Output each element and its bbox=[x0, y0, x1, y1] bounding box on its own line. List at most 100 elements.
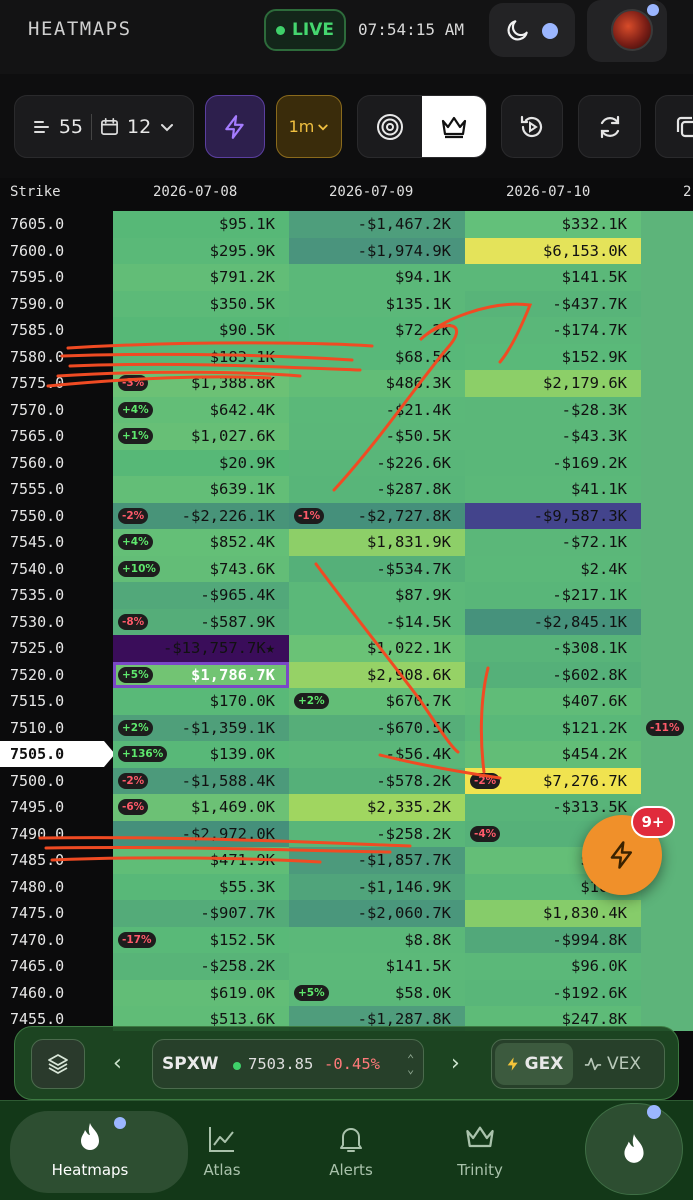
heatmap-cell[interactable] bbox=[641, 926, 693, 953]
heatmap-cell[interactable]: -$72.1K bbox=[465, 529, 641, 556]
heatmap-cell[interactable]: +2% -$1,359.1K bbox=[113, 714, 289, 741]
refresh-button[interactable] bbox=[578, 95, 641, 158]
heatmap-cell[interactable]: $2,335.2K bbox=[289, 794, 465, 821]
heatmap-cell[interactable]: $8.8K bbox=[289, 926, 465, 953]
heatmap-cell[interactable]: -$9,587.3K bbox=[465, 502, 641, 529]
heatmap-cell[interactable]: +136% $139.0K bbox=[113, 741, 289, 768]
nav-atlas[interactable]: Atlas bbox=[162, 1101, 282, 1200]
heatmap-cell[interactable]: $791.2K bbox=[113, 264, 289, 291]
heatmap-cell[interactable]: -$174.7K bbox=[465, 317, 641, 344]
heatmap-cell[interactable] bbox=[641, 502, 693, 529]
heatmap-cell[interactable] bbox=[641, 635, 693, 662]
symbol-selector[interactable]: SPXW 7503.85 -0.45% ⌃ ⌄ bbox=[152, 1039, 424, 1089]
heatmap-cell[interactable]: $121.2K bbox=[465, 714, 641, 741]
king-view-button[interactable] bbox=[422, 96, 486, 157]
vex-tab[interactable]: VEX bbox=[584, 1054, 641, 1074]
heatmap-cell[interactable]: $20.9K bbox=[113, 449, 289, 476]
interval-selector[interactable]: 1m bbox=[276, 95, 342, 158]
heatmap-cell[interactable]: -$308.1K bbox=[465, 635, 641, 662]
heatmap-cell[interactable]: -2% -$1,588.4K bbox=[113, 767, 289, 794]
heatmap-cell[interactable] bbox=[641, 476, 693, 503]
heatmap-cell[interactable]: $619.0K bbox=[113, 979, 289, 1006]
date-header[interactable]: 2026-07-08 bbox=[153, 184, 237, 200]
heatmap-cell[interactable]: -6% $1,469.0K bbox=[113, 794, 289, 821]
heatmap-cell[interactable]: -$217.1K bbox=[465, 582, 641, 609]
heatmap-cell[interactable]: $72.2K bbox=[289, 317, 465, 344]
heatmap-cell[interactable]: -$602.8K bbox=[465, 661, 641, 688]
heatmap-cell[interactable] bbox=[641, 396, 693, 423]
heatmap-cell[interactable]: $1,022.1K bbox=[289, 635, 465, 662]
heatmap-cell[interactable]: $135.1K bbox=[289, 290, 465, 317]
layers-button[interactable] bbox=[31, 1039, 85, 1089]
range-selector[interactable]: 55 12 bbox=[14, 95, 194, 158]
heatmap-cell[interactable]: $2,179.6K bbox=[465, 370, 641, 397]
nav-alerts[interactable]: Alerts bbox=[291, 1101, 411, 1200]
gex-tab[interactable]: GEX bbox=[495, 1043, 573, 1085]
heatmap-cell[interactable]: $6,153.0K bbox=[465, 237, 641, 264]
heatmap-cell[interactable] bbox=[641, 608, 693, 635]
heatmap-cell[interactable] bbox=[641, 555, 693, 582]
heatmap-cell[interactable]: +2% $670.7K bbox=[289, 688, 465, 715]
heatmap-cell[interactable] bbox=[641, 290, 693, 317]
flow-toggle-button[interactable] bbox=[205, 95, 265, 158]
date-header[interactable]: 2 bbox=[683, 184, 691, 200]
heatmap-cell[interactable] bbox=[641, 264, 693, 291]
heatmap-cell[interactable]: -$21.4K bbox=[289, 396, 465, 423]
heatmap-cell[interactable]: $332.1K bbox=[465, 211, 641, 238]
heatmap-cell[interactable] bbox=[641, 317, 693, 344]
date-header[interactable]: 2026-07-09 bbox=[329, 184, 413, 200]
heatmap-cell[interactable]: $55.3K bbox=[113, 873, 289, 900]
heatmap-cell[interactable]: -$169.2K bbox=[465, 449, 641, 476]
heatmap-cell[interactable]: -11% bbox=[641, 714, 693, 741]
heatmap-cell[interactable]: -$965.4K bbox=[113, 582, 289, 609]
heatmap-cell[interactable]: -$258.2K bbox=[113, 953, 289, 980]
heatmap-cell[interactable]: $94.1K bbox=[289, 264, 465, 291]
next-symbol-button[interactable]: › bbox=[451, 1051, 460, 1076]
heatmap-cell[interactable]: $90.5K bbox=[113, 317, 289, 344]
heatmap-cell[interactable] bbox=[641, 661, 693, 688]
heatmap-cell[interactable]: $87.9K bbox=[289, 582, 465, 609]
heatmap-cell[interactable] bbox=[641, 979, 693, 1006]
heatmap-cell[interactable]: -$50.5K bbox=[289, 423, 465, 450]
heatmap-cell[interactable]: $471.9K bbox=[113, 847, 289, 874]
heatmap-cell[interactable] bbox=[641, 237, 693, 264]
heatmap-cell[interactable]: -$578.2K bbox=[289, 767, 465, 794]
heatmap-cell[interactable]: $95.1K bbox=[113, 211, 289, 238]
heatmap-cell[interactable]: +5% $58.0K bbox=[289, 979, 465, 1006]
heatmap-cell[interactable]: +4% $642.4K bbox=[113, 396, 289, 423]
heatmap-cell[interactable]: -3% $1,388.8K bbox=[113, 370, 289, 397]
heatmap-cell[interactable]: -$258.2K bbox=[289, 820, 465, 847]
heatmap-cell[interactable]: $407.6K bbox=[465, 688, 641, 715]
heatmap-cell[interactable]: $1,831.9K bbox=[289, 529, 465, 556]
heatmap-cell[interactable]: -$13,757.7K★ bbox=[113, 635, 289, 662]
heatmap-cell[interactable] bbox=[641, 953, 693, 980]
heatmap-cell[interactable]: +1% $1,027.6K bbox=[113, 423, 289, 450]
heatmap-cell[interactable] bbox=[641, 370, 693, 397]
heatmap-cell[interactable]: $141.5K bbox=[465, 264, 641, 291]
target-view-button[interactable] bbox=[358, 96, 422, 157]
replay-button[interactable] bbox=[501, 95, 563, 158]
previous-symbol-button[interactable]: ‹ bbox=[113, 1051, 122, 1076]
heatmap-cell[interactable]: -$437.7K bbox=[465, 290, 641, 317]
heatmap-cell[interactable] bbox=[641, 582, 693, 609]
heatmap-cell[interactable]: -2% $7,276.7K bbox=[465, 767, 641, 794]
date-header[interactable]: 2026-07-10 bbox=[506, 184, 590, 200]
heatmap-cell[interactable]: $170.0K bbox=[113, 688, 289, 715]
heatmap-cell[interactable]: -$1,146.9K bbox=[289, 873, 465, 900]
heatmap-cell[interactable]: -$14.5K bbox=[289, 608, 465, 635]
heatmap-cell[interactable]: $68.5K bbox=[289, 343, 465, 370]
heatmap-cell[interactable]: -$2,845.1K bbox=[465, 608, 641, 635]
quick-heatmap-button[interactable] bbox=[585, 1103, 683, 1195]
heatmap-cell[interactable] bbox=[641, 688, 693, 715]
heatmap-cell[interactable] bbox=[641, 449, 693, 476]
heatmap-cell[interactable] bbox=[641, 343, 693, 370]
heatmap-cell[interactable]: +10% $743.6K bbox=[113, 555, 289, 582]
heatmap-cell[interactable]: -$56.4K bbox=[289, 741, 465, 768]
heatmap-cell[interactable] bbox=[641, 211, 693, 238]
heatmap-cell[interactable]: +4% $852.4K bbox=[113, 529, 289, 556]
heatmap-cell[interactable]: -$2,060.7K bbox=[289, 900, 465, 927]
heatmap-cell[interactable]: -$1,974.9K bbox=[289, 237, 465, 264]
heatmap-cell[interactable]: $639.1K bbox=[113, 476, 289, 503]
heatmap-cell[interactable]: -$287.8K bbox=[289, 476, 465, 503]
heatmap-cell[interactable] bbox=[641, 423, 693, 450]
